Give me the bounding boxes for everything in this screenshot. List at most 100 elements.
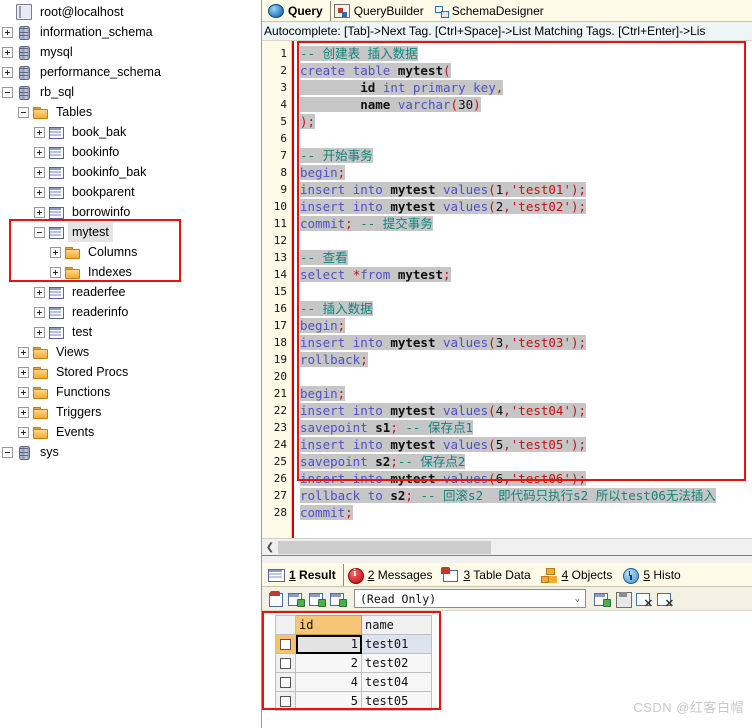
expand-icon[interactable] (18, 426, 29, 438)
editor-tab-query[interactable]: Query (265, 0, 331, 21)
expand-icon[interactable] (34, 326, 45, 338)
expand-icon[interactable] (34, 306, 45, 318)
cell-name[interactable]: test02 (361, 653, 432, 673)
object-explorer-tree[interactable]: root@localhost information_schema mysql per… (0, 0, 262, 728)
row-selector-cell[interactable] (275, 634, 296, 654)
code-line[interactable]: begin; (292, 164, 752, 181)
code-line[interactable]: rollback to s2; -- 回滚s2 即代码只执行s2 所以test0… (292, 487, 752, 504)
editor-tab-strip[interactable]: Query QueryBuilder SchemaDesigner (262, 0, 752, 22)
collapse-icon[interactable] (18, 106, 29, 118)
expand-icon[interactable] (2, 26, 13, 38)
expand-icon[interactable] (34, 166, 45, 178)
code-line[interactable] (292, 368, 752, 385)
tree-item-readerfee[interactable]: readerfee (0, 282, 261, 302)
expand-icon[interactable] (2, 66, 13, 78)
cell-name[interactable]: test05 (361, 691, 432, 711)
cell-name[interactable]: test01 (361, 634, 432, 654)
code-line[interactable]: select *from mytest; (292, 266, 752, 283)
tree-item-columns[interactable]: Columns (0, 242, 261, 262)
tree-item-readerinfo[interactable]: readerinfo (0, 302, 261, 322)
code-line[interactable]: -- 创建表 插入数据 (292, 45, 752, 62)
code-line[interactable] (292, 283, 752, 300)
panel-splitter[interactable] (262, 555, 752, 563)
code-line[interactable]: insert into mytest values(1,'test01'); (292, 181, 752, 198)
tree-item-views[interactable]: Views (0, 342, 261, 362)
tree-item-triggers[interactable]: Triggers (0, 402, 261, 422)
code-line[interactable]: id int primary key, (292, 79, 752, 96)
result-tab-strip[interactable]: 1 Result 2 Messages 3 Table Data 4 Objects 5… (262, 563, 752, 587)
save-icon[interactable] (614, 590, 632, 608)
code-line[interactable]: name varchar(30) (292, 96, 752, 113)
tree-item-functions[interactable]: Functions (0, 382, 261, 402)
grid-row[interactable]: 1 test01 (275, 634, 432, 654)
expand-icon[interactable] (18, 406, 29, 418)
collapse-icon[interactable] (34, 226, 45, 238)
editor-tab-querybuilder[interactable]: QueryBuilder (331, 1, 431, 21)
tree-item-rb-sql[interactable]: rb_sql (0, 82, 261, 102)
code-line[interactable]: insert into mytest values(4,'test04'); (292, 402, 752, 419)
expand-icon[interactable] (18, 386, 29, 398)
row-add-icon[interactable] (593, 590, 611, 608)
tree-item-stored-procs[interactable]: Stored Procs (0, 362, 261, 382)
code-line[interactable]: create table mytest( (292, 62, 752, 79)
expand-icon[interactable] (34, 186, 45, 198)
expand-icon[interactable] (34, 146, 45, 158)
code-line[interactable] (292, 232, 752, 249)
grid-edit-icon[interactable] (308, 590, 326, 608)
expand-icon[interactable] (18, 366, 29, 378)
code-line[interactable] (292, 130, 752, 147)
row-selector-cell[interactable] (275, 672, 296, 692)
code-line[interactable]: -- 插入数据 (292, 300, 752, 317)
result-tab-objects[interactable]: 4 Objects (538, 564, 620, 586)
code-line[interactable]: insert into mytest values(3,'test03'); (292, 334, 752, 351)
export-icon[interactable] (266, 590, 284, 608)
grid-row[interactable]: 5 test05 (275, 691, 432, 711)
code-line[interactable]: savepoint s2;-- 保存点2 (292, 453, 752, 470)
cell-id[interactable]: 1 (295, 634, 362, 654)
expand-icon[interactable] (18, 346, 29, 358)
cell-id[interactable]: 2 (295, 653, 362, 673)
chevron-down-icon[interactable]: ⌄ (575, 594, 583, 604)
tree-item-bookparent[interactable]: bookparent (0, 182, 261, 202)
code-line[interactable]: begin; (292, 317, 752, 334)
row-checkbox[interactable] (280, 696, 291, 707)
tree-item-mytest[interactable]: mytest (0, 222, 261, 242)
tree-item-sys[interactable]: sys (0, 442, 261, 462)
result-tab-messages[interactable]: 2 Messages (344, 564, 440, 586)
editor-tab-schemadesigner[interactable]: SchemaDesigner (431, 1, 551, 21)
grid-header-name[interactable]: name (361, 615, 432, 635)
editor-horizontal-scrollbar[interactable]: ❮ (262, 538, 752, 555)
grid-row[interactable]: 2 test02 (275, 653, 432, 673)
code-line[interactable]: insert into mytest values(6,'test06'); (292, 470, 752, 487)
tree-item-information-schema[interactable]: information_schema (0, 22, 261, 42)
grid-add-icon[interactable] (287, 590, 305, 608)
expand-icon[interactable] (34, 286, 45, 298)
code-area[interactable]: -- 创建表 插入数据 create table mytest( id int p… (292, 41, 752, 538)
code-line[interactable]: -- 查看 (292, 249, 752, 266)
result-tab-result[interactable]: 1 Result (265, 563, 344, 586)
cell-id[interactable]: 5 (295, 691, 362, 711)
cell-id[interactable]: 4 (295, 672, 362, 692)
clear-icon[interactable]: ✕ (656, 590, 674, 609)
code-line[interactable]: begin; (292, 385, 752, 402)
code-line[interactable]: savepoint s1; -- 保存点1 (292, 419, 752, 436)
expand-icon[interactable] (34, 206, 45, 218)
row-checkbox[interactable] (280, 639, 291, 650)
tree-item-events[interactable]: Events (0, 422, 261, 442)
result-grid-area[interactable]: id name 1 test01 2 test02 4 test04 5 test05 (262, 611, 752, 728)
expand-icon[interactable] (50, 266, 61, 278)
code-line[interactable]: commit; (292, 504, 752, 521)
grid-row[interactable]: 4 test04 (275, 672, 432, 692)
result-tab-histo[interactable]: 5 Histo (619, 564, 687, 586)
code-line[interactable]: -- 开始事务 (292, 147, 752, 164)
code-line[interactable]: insert into mytest values(5,'test05'); (292, 436, 752, 453)
result-grid[interactable]: id name 1 test01 2 test02 4 test04 5 test05 (275, 615, 432, 711)
expand-icon[interactable] (34, 126, 45, 138)
scroll-left-icon[interactable]: ❮ (262, 540, 278, 555)
row-checkbox[interactable] (280, 677, 291, 688)
grid-copy-icon[interactable] (329, 590, 347, 608)
tree-item-root-localhost[interactable]: root@localhost (0, 2, 261, 22)
tree-item-indexes[interactable]: Indexes (0, 262, 261, 282)
row-selector-cell[interactable] (275, 653, 296, 673)
tree-item-mysql[interactable]: mysql (0, 42, 261, 62)
